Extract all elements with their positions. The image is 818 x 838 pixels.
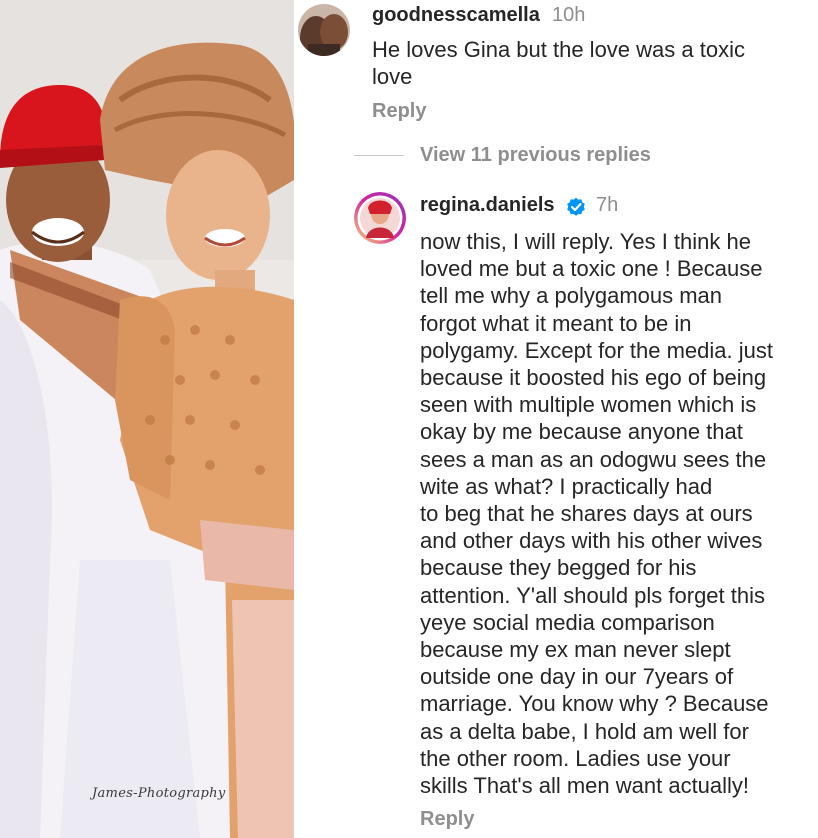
- comment-text-line: love: [372, 64, 413, 90]
- verified-badge-icon: [567, 197, 585, 216]
- photographer-watermark: James-Photography: [92, 786, 226, 801]
- reply-button[interactable]: Reply: [420, 808, 474, 831]
- comment-text-line: attention. Y'all should pls forget this: [420, 582, 766, 608]
- comment-text-line: as a delta babe, I hold am well for: [420, 718, 749, 744]
- comment-text-line: seen with multiple women which is: [420, 392, 757, 418]
- comment-text-line: marriage. You know why ? Because: [420, 691, 769, 717]
- comment-text-line: wite as what? I practically had: [420, 473, 713, 499]
- comment-text-line: because my ex man never slept: [420, 637, 731, 663]
- comment-text-line: to beg that he shares days at ours: [420, 501, 753, 527]
- comment-username[interactable]: regina.daniels: [420, 194, 555, 217]
- reply-button[interactable]: Reply: [372, 100, 426, 123]
- comment-timestamp: 7h: [596, 194, 619, 216]
- comment-text-line: because they begged for his: [420, 555, 697, 581]
- comment-text: now this, I will reply. Yes I think he l…: [420, 228, 773, 799]
- comment-text-line: forgot what it meant to be in: [420, 310, 692, 336]
- comment-text-line: tell me why a polygamous man: [420, 283, 723, 309]
- comment-text-line: outside one day in our 7years of: [420, 664, 734, 690]
- comment-text-line: now this, I will reply. Yes I think he: [420, 229, 751, 254]
- comment-text-line: the other room. Ladies use your: [420, 745, 731, 771]
- avatar-regina-daniels[interactable]: [354, 192, 406, 244]
- avatar-goodnesscamella[interactable]: [298, 4, 350, 56]
- comment-text-line: okay by me because anyone that: [420, 419, 743, 445]
- replies-divider-line: [354, 155, 404, 156]
- view-replies-label: View 11 previous replies: [420, 144, 651, 166]
- comment-username[interactable]: goodnesscamella: [372, 4, 540, 27]
- comment-text: He loves Gina but the love was a toxic l…: [372, 36, 745, 90]
- comment-timestamp: 10h: [552, 4, 586, 26]
- view-previous-replies[interactable]: View 11 previous replies: [354, 144, 651, 167]
- couple-photo: James-Photography: [0, 0, 294, 838]
- comment-text-line: polygamy. Except for the media. just: [420, 337, 773, 363]
- comment-text-line: and other days with his other wives: [420, 528, 763, 554]
- comment-text-line: sees a man as an odogwu sees the: [420, 446, 767, 472]
- comment-text-line: He loves Gina but the love was a toxic: [372, 37, 745, 62]
- comments-panel: goodnesscamella 10h He loves Gina but th…: [294, 0, 818, 838]
- comment-text-line: loved me but a toxic one ! Because: [420, 256, 763, 282]
- comment-text-line: yeye social media comparison: [420, 609, 715, 635]
- comment-text-line: because it boosted his ego of being: [420, 365, 767, 391]
- comment-text-line: skills That's all men want actually!: [420, 773, 750, 799]
- couple-photo-illustration: [0, 0, 294, 838]
